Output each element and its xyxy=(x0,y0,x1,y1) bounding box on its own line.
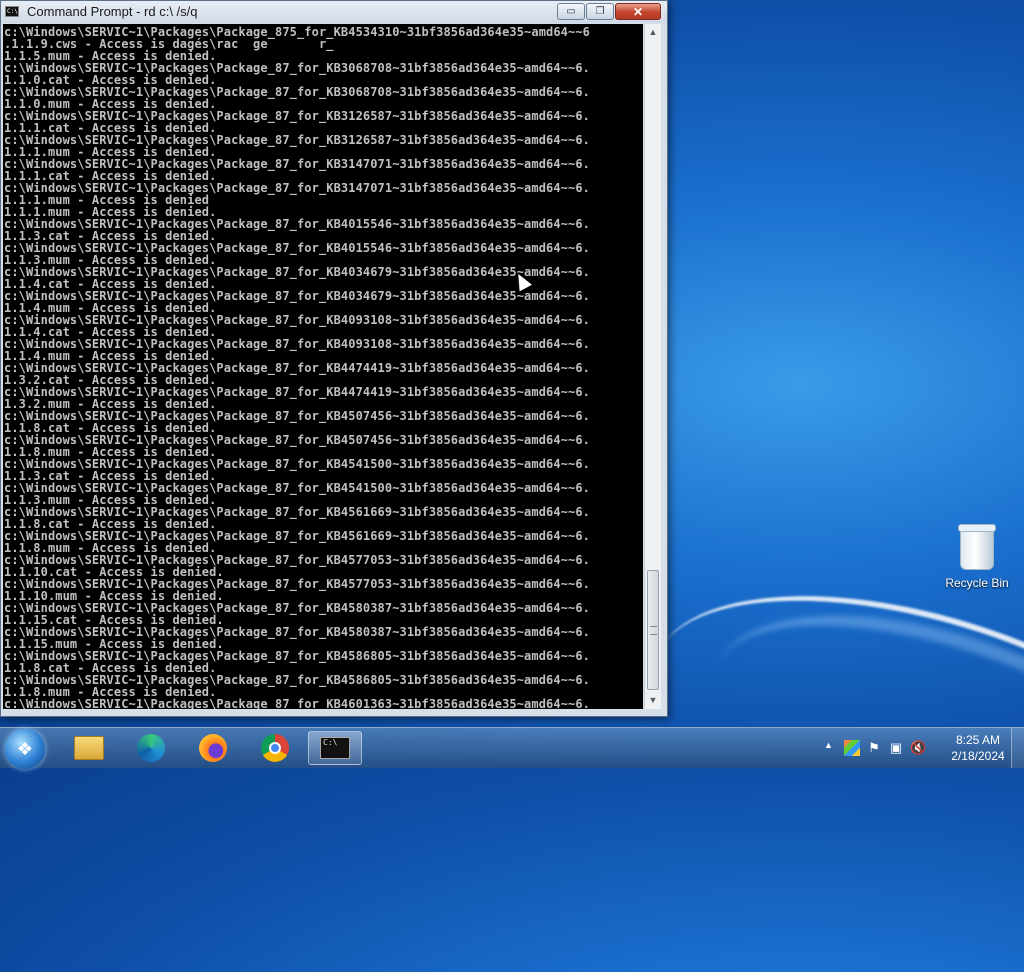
cmd-icon: C:\ xyxy=(320,737,350,759)
console-text: c:\Windows\SERVIC~1\Packages\Package_875… xyxy=(4,25,590,709)
flag-icon[interactable]: ⚑ xyxy=(866,740,882,756)
start-button[interactable]: ❖ xyxy=(5,729,45,769)
recycle-bin-icon xyxy=(958,524,996,570)
windows-logo-icon: ❖ xyxy=(16,738,34,759)
show-desktop-button[interactable] xyxy=(1011,728,1024,768)
folder-icon xyxy=(74,736,104,760)
edge-icon xyxy=(137,734,165,762)
minimize-button[interactable]: ▭ xyxy=(557,3,585,20)
clock-time: 8:25 AM xyxy=(955,733,1001,747)
cmd-icon: C:\ xyxy=(5,6,19,17)
scroll-up-arrow-icon[interactable]: ▲ xyxy=(645,24,661,41)
scroll-down-arrow-icon[interactable]: ▼ xyxy=(645,692,661,709)
scroll-grip-icon xyxy=(650,626,657,635)
taskbar-item-command-prompt[interactable]: C:\ xyxy=(308,731,362,765)
display-icon[interactable]: ▣ xyxy=(888,740,904,756)
clock[interactable]: 8:25 AM 2/18/2024 xyxy=(941,732,1015,764)
window-controls: ▭ ❐ ✕ xyxy=(556,3,661,21)
system-tray: ▲ ⚑ ▣ 🔇 8:25 AM 2/18/2024 xyxy=(814,728,1024,768)
taskbar-item-edge[interactable] xyxy=(124,731,178,765)
scroll-thumb[interactable] xyxy=(647,570,659,690)
taskbar-item-file-explorer[interactable] xyxy=(62,731,116,765)
chrome-icon xyxy=(261,734,289,762)
command-prompt-window[interactable]: C:\ Command Prompt - rd c:\ /s/q ▭ ❐ ✕ c… xyxy=(0,0,668,717)
desktop-icon-label: Recycle Bin xyxy=(945,576,1009,590)
show-hidden-icons-button[interactable]: ▲ xyxy=(824,740,833,750)
volume-muted-icon[interactable]: 🔇 xyxy=(910,740,926,756)
maximize-button[interactable]: ❐ xyxy=(586,3,614,20)
window-title: Command Prompt - rd c:\ /s/q xyxy=(27,4,198,19)
taskbar-item-firefox[interactable] xyxy=(186,731,240,765)
taskbar-item-chrome[interactable] xyxy=(248,731,302,765)
network-icon[interactable] xyxy=(844,740,860,756)
vertical-scrollbar[interactable]: ▲ ▼ xyxy=(644,24,661,709)
title-bar[interactable]: C:\ Command Prompt - rd c:\ /s/q ▭ ❐ ✕ xyxy=(1,1,667,23)
firefox-icon xyxy=(199,734,227,762)
close-button[interactable]: ✕ xyxy=(615,3,661,20)
desktop-icon-recycle-bin[interactable]: Recycle Bin xyxy=(940,524,1014,590)
console-output[interactable]: c:\Windows\SERVIC~1\Packages\Package_875… xyxy=(3,24,643,709)
taskbar: ❖ C:\ ▲ ⚑ ▣ 🔇 8:25 AM 2/18/2024 xyxy=(0,727,1024,769)
clock-date: 2/18/2024 xyxy=(951,749,1005,763)
